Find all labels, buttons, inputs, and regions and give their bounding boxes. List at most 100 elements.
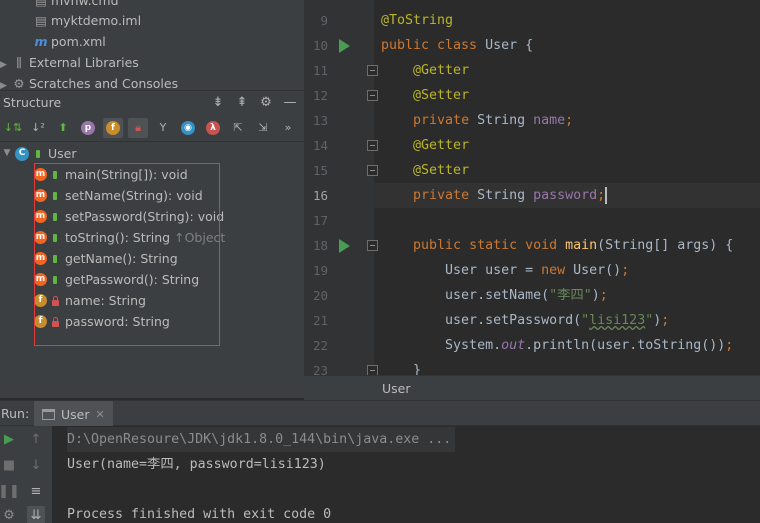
fold-marker-icon[interactable] bbox=[367, 65, 378, 76]
editor-breadcrumb: User bbox=[304, 375, 760, 400]
code-line: @Setter bbox=[413, 163, 470, 178]
line-number: 19 bbox=[312, 263, 328, 278]
soft-wrap-icon[interactable]: ≡ bbox=[27, 482, 45, 500]
autoscroll-from-source-icon[interactable]: ⇲ bbox=[253, 118, 273, 138]
console-icon bbox=[42, 408, 55, 420]
run-gutter-icon[interactable] bbox=[339, 39, 350, 53]
rerun-icon[interactable]: ▶ bbox=[0, 430, 18, 448]
pause-icon[interactable]: ❚❚ bbox=[0, 482, 20, 500]
line-number: 18 bbox=[312, 238, 328, 253]
tree-member[interactable]: f name: String bbox=[34, 290, 146, 311]
autoscroll-to-source-icon[interactable]: ⇱ bbox=[228, 118, 248, 138]
code-line: private String name; bbox=[413, 113, 574, 128]
run-gutter-icon[interactable] bbox=[339, 239, 350, 253]
structure-title: Structure bbox=[3, 95, 62, 110]
code-line: user.setPassword("lisi123"); bbox=[381, 313, 670, 328]
line-number: 21 bbox=[312, 313, 328, 328]
line-number: 22 bbox=[312, 338, 328, 353]
line-number: 9 bbox=[320, 13, 328, 28]
code-line: @ToString bbox=[381, 13, 454, 28]
sort-alpha-icon[interactable]: ↓² bbox=[28, 118, 48, 138]
public-icon bbox=[50, 212, 60, 222]
fold-marker-icon[interactable] bbox=[367, 240, 378, 251]
inherited-from-label: ↑Object bbox=[174, 230, 226, 245]
project-item-iml[interactable]: ▤ myktdemo.iml bbox=[34, 10, 141, 31]
method-icon: m bbox=[34, 231, 47, 244]
text-caret bbox=[605, 186, 608, 204]
tree-member[interactable]: m getPassword(): String bbox=[34, 269, 199, 290]
class-icon: C bbox=[15, 146, 29, 161]
show-anonymous-icon[interactable]: Y bbox=[153, 118, 173, 138]
more-icon[interactable]: » bbox=[278, 118, 298, 138]
show-fields-icon[interactable]: f bbox=[103, 117, 123, 138]
public-icon bbox=[50, 275, 60, 285]
fold-marker-icon[interactable] bbox=[367, 140, 378, 151]
run-tab-user[interactable]: User ✕ bbox=[34, 401, 113, 427]
fold-marker-icon[interactable] bbox=[367, 165, 378, 176]
project-item-pom[interactable]: m pom.xml bbox=[34, 31, 105, 52]
fold-marker-icon[interactable] bbox=[367, 90, 378, 101]
code-editor[interactable]: 9 10 11 12 13 14 15 16 17 18 19 20 21 22 23 @ToString … bbox=[304, 0, 760, 378]
public-icon bbox=[33, 149, 43, 159]
show-non-public-icon[interactable]: 🔒︎ bbox=[128, 117, 148, 138]
structure-toolbar: ↓⇅ ↓² ⬆ p f 🔒︎ Y ◉ λ ⇱ ⇲ » bbox=[0, 114, 304, 142]
ide-window: ▤ mvnw.cmd ▤ myktdemo.iml m pom.xml ▶ ⫼ Exter… bbox=[0, 0, 760, 523]
public-icon bbox=[50, 191, 60, 201]
code-line: User user = new User(); bbox=[381, 263, 630, 278]
line-number: 10 bbox=[312, 38, 328, 53]
breadcrumb-item[interactable]: User bbox=[382, 381, 411, 396]
line-number: 20 bbox=[312, 288, 328, 303]
sort-visibility-icon[interactable]: ↓⇅ bbox=[3, 118, 23, 138]
tree-member[interactable]: m setPassword(String): void bbox=[34, 206, 224, 227]
stop-icon[interactable]: ■ bbox=[0, 456, 18, 474]
scroll-to-end-icon[interactable]: ⇊ bbox=[27, 506, 45, 523]
console-output[interactable]: D:\OpenResoure\JDK\jdk1.8.0_144\bin\java… bbox=[52, 426, 760, 523]
line-number: 14 bbox=[312, 138, 328, 153]
tree-member[interactable]: m setName(String): void bbox=[34, 185, 203, 206]
settings-icon[interactable]: ⚙ bbox=[0, 506, 18, 523]
structure-tree: ▼ C User m main(String[]): void m setNam… bbox=[0, 142, 304, 398]
field-icon: f bbox=[34, 294, 47, 307]
expand-all-icon[interactable]: ⇟ bbox=[210, 94, 226, 110]
close-icon[interactable]: ✕ bbox=[96, 408, 105, 421]
project-item-external-libraries[interactable]: ▶ ⫼ External Libraries bbox=[0, 52, 139, 73]
code-line: @Setter bbox=[413, 88, 470, 103]
console-command-line: D:\OpenResoure\JDK\jdk1.8.0_144\bin\java… bbox=[67, 427, 456, 452]
public-icon bbox=[50, 170, 60, 180]
code-line: System.out.println(user.toString()); bbox=[381, 338, 734, 353]
run-tool-header: Run: User ✕ bbox=[0, 400, 760, 427]
code-line: @Getter bbox=[413, 63, 470, 78]
project-panel: ▤ mvnw.cmd ▤ myktdemo.iml m pom.xml ▶ ⫼ Exter… bbox=[0, 0, 304, 91]
collapse-arrow-icon[interactable]: ▼ bbox=[0, 143, 14, 164]
public-icon bbox=[50, 254, 60, 264]
method-icon: m bbox=[34, 252, 47, 265]
down-arrow-icon[interactable]: ↓ bbox=[27, 456, 45, 474]
run-side-toolbar: ▶ ■ ❚❚ ⚙ ↑ ↓ ≡ ⇊ bbox=[0, 426, 52, 523]
run-label: Run: bbox=[1, 406, 30, 421]
console-finished-line: Process finished with exit code 0 bbox=[67, 507, 332, 522]
show-lambdas-icon[interactable]: ◉ bbox=[178, 118, 198, 138]
lambda-icon[interactable]: λ bbox=[203, 118, 223, 138]
editor-gutter: 9 10 11 12 13 14 15 16 17 18 19 20 21 22 23 bbox=[304, 0, 378, 378]
console-output-line: User(name=李四, password=lisi123) bbox=[67, 457, 326, 472]
up-arrow-icon[interactable]: ↑ bbox=[27, 430, 45, 448]
private-lock-icon bbox=[50, 295, 60, 306]
code-line: public static void main(String[] args) { bbox=[413, 238, 734, 253]
line-number: 15 bbox=[312, 163, 328, 178]
code-line: @Getter bbox=[413, 138, 470, 153]
collapse-all-icon[interactable]: ⇞ bbox=[234, 94, 250, 110]
minimize-icon[interactable]: — bbox=[282, 94, 298, 110]
line-number: 13 bbox=[312, 113, 328, 128]
line-number: 17 bbox=[312, 213, 328, 228]
code-line: user.setName("李四"); bbox=[381, 288, 608, 303]
tree-member[interactable]: m main(String[]): void bbox=[34, 164, 188, 185]
show-inherited-icon[interactable]: ⬆ bbox=[53, 118, 73, 138]
gear-icon[interactable]: ⚙ bbox=[258, 94, 274, 110]
tree-member[interactable]: m toString(): String ↑Object bbox=[34, 227, 225, 248]
line-number: 12 bbox=[312, 88, 328, 103]
show-properties-icon[interactable]: p bbox=[78, 118, 98, 138]
tree-member[interactable]: m getName(): String bbox=[34, 248, 178, 269]
tree-member[interactable]: f password: String bbox=[34, 311, 170, 332]
line-number: 11 bbox=[312, 63, 328, 78]
tree-root-user[interactable]: ▼ C User bbox=[0, 143, 77, 164]
